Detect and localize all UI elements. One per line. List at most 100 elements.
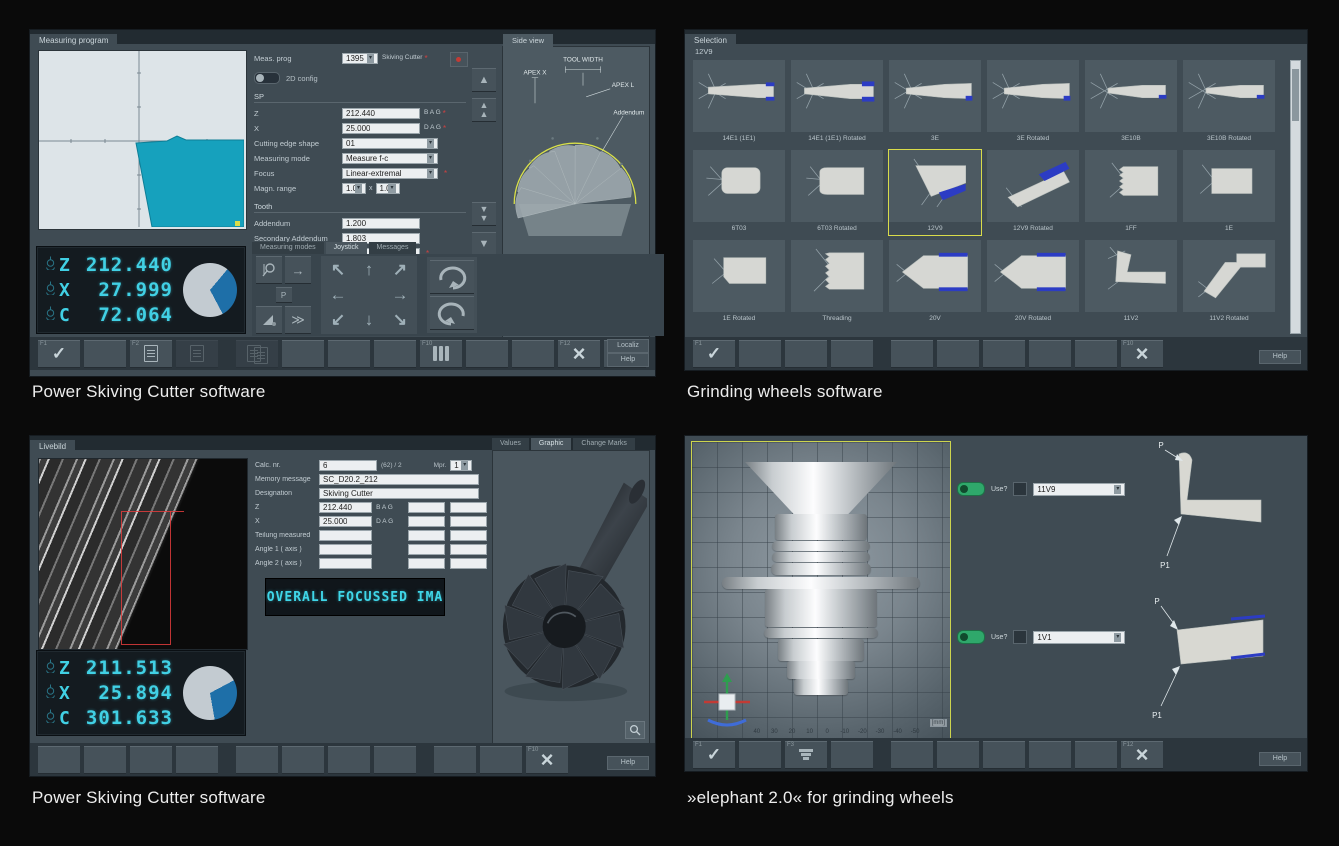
localization-button[interactable]: Localiz — [607, 339, 649, 353]
blank-button[interactable] — [831, 741, 873, 769]
blank-button[interactable] — [983, 741, 1025, 769]
aux-field[interactable] — [408, 558, 445, 569]
cancel-button[interactable]: F10× — [526, 746, 568, 774]
blank-button[interactable] — [374, 746, 416, 774]
input-X[interactable]: 25.000 — [319, 516, 372, 527]
wheel-tile-11v2-rotated[interactable]: 11V2 Rotated — [1183, 240, 1275, 325]
confirm-button[interactable]: F1✓ — [693, 340, 735, 368]
jog-↙[interactable]: ↙ — [323, 308, 353, 332]
wheel-tile-20v[interactable]: 20V — [889, 240, 981, 325]
jog-←[interactable]: ← — [323, 283, 353, 307]
blank-button[interactable] — [38, 746, 80, 774]
blank-button[interactable] — [176, 746, 218, 774]
select-Cutting edge shape[interactable]: 01▾ — [342, 138, 438, 149]
magnifier-button[interactable] — [625, 721, 645, 739]
wheel-tile-12v9-rotated[interactable]: 12V9 Rotated — [987, 150, 1079, 235]
blank-button[interactable] — [983, 340, 1025, 368]
help-button[interactable]: Help — [607, 353, 649, 367]
blank-button[interactable] — [891, 340, 933, 368]
p-button[interactable]: P — [276, 287, 292, 303]
use-toggle[interactable] — [957, 482, 985, 496]
blank-button[interactable] — [937, 741, 979, 769]
measure-list-button[interactable]: F2 — [130, 340, 172, 368]
blank-button[interactable] — [831, 340, 873, 368]
input-Memory message[interactable]: SC_D20.2_212 — [319, 474, 479, 485]
select-Measuring mode[interactable]: Measure f-c▾ — [342, 153, 438, 164]
aux-field[interactable] — [408, 544, 445, 555]
cancel-button[interactable]: F10× — [1121, 340, 1163, 368]
blank-button[interactable] — [891, 741, 933, 769]
wheel-tile-3e10b-rotated[interactable]: 3E10B Rotated — [1183, 60, 1275, 145]
input-Calc. nr.[interactable]: 6 — [319, 460, 377, 471]
blank-button[interactable] — [1075, 340, 1117, 368]
angle-jog-button[interactable] — [256, 306, 282, 334]
wheel-tile-14e1-1e1-[interactable]: 14E1 (1E1) — [693, 60, 785, 145]
input-Z[interactable]: 212.440 — [319, 502, 372, 513]
wheel-3d-view[interactable]: 403020100-10-20-30-40-50 [mm] — [691, 441, 951, 739]
cancel-button[interactable]: F12× — [558, 340, 600, 368]
swatch-button[interactable] — [1013, 482, 1027, 496]
jog-↓[interactable]: ↓ — [354, 308, 384, 332]
wheel-stack-button[interactable]: F3 — [785, 741, 827, 769]
blank-button[interactable] — [328, 340, 370, 368]
input-Teilung measured[interactable] — [319, 530, 372, 541]
input-Designation[interactable]: Skiving Cutter — [319, 488, 479, 499]
jog-↗[interactable]: ↗ — [385, 258, 415, 282]
rotate-ccw-button[interactable] — [430, 296, 474, 330]
blank-button[interactable] — [466, 340, 508, 368]
wheel-tile-6t03[interactable]: 6T03 — [693, 150, 785, 235]
blank-button[interactable] — [282, 746, 324, 774]
aux-field[interactable] — [450, 502, 487, 513]
copy-disabled-button[interactable] — [236, 340, 278, 368]
swatch-button[interactable] — [1013, 630, 1027, 644]
blank-button[interactable] — [1029, 340, 1071, 368]
blank-button[interactable] — [84, 746, 126, 774]
arrow-down-fast-button[interactable]: ▼▼ — [472, 202, 496, 226]
blank-button[interactable] — [130, 746, 172, 774]
aux-field[interactable] — [408, 530, 445, 541]
zoom-measure-button[interactable] — [256, 256, 282, 284]
tab-values[interactable]: Values — [492, 438, 529, 450]
input-Z[interactable]: 212.440 — [342, 108, 420, 119]
tab-selection[interactable]: Selection — [685, 34, 736, 48]
confirm-button[interactable]: F1✓ — [38, 340, 80, 368]
help-button[interactable]: Help — [607, 756, 649, 770]
camera-live-image[interactable] — [38, 458, 248, 650]
aux-field[interactable] — [450, 516, 487, 527]
arrow-up-button[interactable]: ▲ — [472, 68, 496, 92]
blank-button[interactable] — [282, 340, 324, 368]
input-Angle 2 ( axis )[interactable] — [319, 558, 372, 569]
wheel-type-select-2[interactable]: 1V1▾ — [1033, 631, 1125, 644]
wheel-tile-3e[interactable]: 3E — [889, 60, 981, 145]
blank-button[interactable] — [739, 340, 781, 368]
rotate-cw-button[interactable] — [430, 260, 474, 294]
wheel-tile-6t03-rotated[interactable]: 6T03 Rotated — [791, 150, 883, 235]
help-button[interactable]: Help — [1259, 350, 1301, 364]
prog-number-select[interactable]: 1395▾ — [342, 53, 378, 64]
use-toggle[interactable] — [957, 630, 985, 644]
aux-field[interactable] — [450, 530, 487, 541]
blank-button[interactable] — [84, 340, 126, 368]
step-right-button[interactable]: → — [285, 256, 311, 284]
wheel-tile-12v9[interactable]: 12V9 — [889, 150, 981, 235]
arrow-up-fast-button[interactable]: ▲▲ — [472, 98, 496, 122]
input-Angle 1 ( axis )[interactable] — [319, 544, 372, 555]
archive-button[interactable]: F10 — [420, 340, 462, 368]
range-y[interactable]: 1.0▾ — [376, 183, 400, 194]
profile-plot[interactable] — [38, 50, 247, 230]
select-Mpr.[interactable]: 1▾ — [450, 460, 472, 471]
wheel-tile-14e1-1e1-rotated[interactable]: 14E1 (1E1) Rotated — [791, 60, 883, 145]
wheel-tile-20v-rotated[interactable]: 20V Rotated — [987, 240, 1079, 325]
blank-button[interactable] — [236, 746, 278, 774]
input-X[interactable]: 25.000 — [342, 123, 420, 134]
aux-field[interactable] — [408, 502, 445, 513]
blank-button[interactable] — [480, 746, 522, 774]
wheel-tile-threading[interactable]: Threading — [791, 240, 883, 325]
blank-button[interactable] — [512, 340, 554, 368]
tab-joystick[interactable]: Joystick — [326, 242, 367, 254]
blank-button[interactable] — [1075, 741, 1117, 769]
confirm-button[interactable]: F1✓ — [693, 741, 735, 769]
aux-field[interactable] — [408, 516, 445, 527]
tab-measuring-modes[interactable]: Measuring modes — [252, 242, 324, 254]
blank-button[interactable] — [374, 340, 416, 368]
